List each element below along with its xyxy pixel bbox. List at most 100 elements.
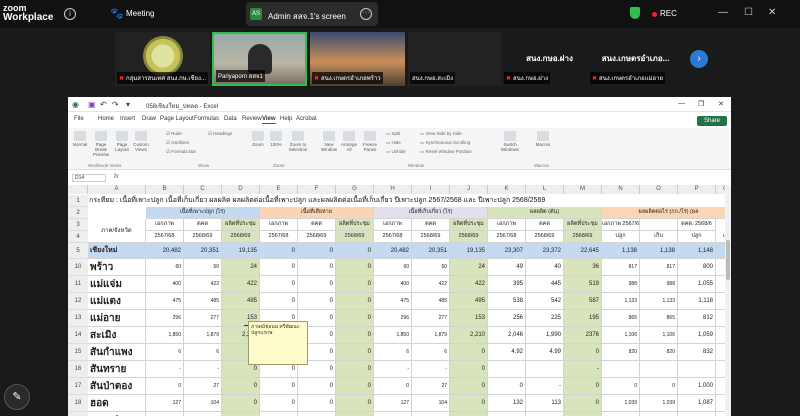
- data-cell[interactable]: -: [184, 361, 222, 378]
- data-cell[interactable]: 1,850: [374, 327, 412, 344]
- column-header[interactable]: C: [184, 185, 222, 194]
- participant-tile-active[interactable]: Pariyaporn สสจ1: [212, 32, 307, 86]
- data-cell[interactable]: 0: [488, 378, 526, 395]
- row-header[interactable]: 13: [68, 310, 88, 327]
- data-cell[interactable]: 22,645: [564, 243, 602, 259]
- data-cell[interactable]: 1,879: [184, 327, 222, 344]
- data-cell[interactable]: 0: [336, 344, 374, 361]
- data-cell[interactable]: 0: [222, 378, 260, 395]
- zoom-100-button[interactable]: 100%: [268, 131, 284, 147]
- row-header[interactable]: 3: [68, 219, 88, 231]
- data-cell[interactable]: 0: [336, 327, 374, 344]
- data-cell[interactable]: 1,055: [678, 276, 716, 293]
- page-layout-button[interactable]: Page Layout: [114, 131, 130, 152]
- row-header[interactable]: 2: [68, 207, 88, 219]
- unhide-option[interactable]: ▭ Unhide: [386, 149, 406, 155]
- select-all-corner[interactable]: [68, 185, 88, 194]
- maximize-icon[interactable]: ☐: [744, 8, 753, 18]
- data-cell[interactable]: [526, 361, 564, 378]
- fx-icon[interactable]: fx: [114, 174, 119, 180]
- participant-tile[interactable]: สนง.กษอ.สะเมิง: [408, 32, 503, 86]
- data-cell[interactable]: 538: [488, 293, 526, 310]
- data-cell[interactable]: [222, 412, 260, 416]
- data-cell[interactable]: 50: [412, 259, 450, 276]
- data-cell[interactable]: [336, 412, 374, 416]
- data-cell[interactable]: 225: [526, 310, 564, 327]
- data-cell[interactable]: 4.92: [488, 344, 526, 361]
- data-cell[interactable]: 1,148: [678, 243, 716, 259]
- hide-option[interactable]: ▭ Hide: [386, 140, 401, 146]
- data-cell[interactable]: 23,372: [526, 243, 564, 259]
- data-cell[interactable]: 1,000: [678, 378, 716, 395]
- data-cell[interactable]: 0: [336, 243, 374, 259]
- data-cell[interactable]: [640, 412, 678, 416]
- data-cell[interactable]: 6: [146, 344, 184, 361]
- data-cell[interactable]: 23,307: [488, 243, 526, 259]
- screen-share-indicator[interactable]: AS Admin สสจ.1's screen ···: [246, 2, 378, 26]
- custom-views-button[interactable]: Custom Views: [132, 131, 150, 152]
- column-header[interactable]: I: [412, 185, 450, 194]
- data-cell[interactable]: 104: [184, 395, 222, 412]
- tab-data[interactable]: Data: [224, 116, 237, 122]
- data-cell[interactable]: 127: [146, 395, 184, 412]
- data-cell[interactable]: 0: [450, 395, 488, 412]
- data-cell[interactable]: 0: [640, 378, 678, 395]
- data-cell[interactable]: 113: [526, 395, 564, 412]
- annotate-pen-icon[interactable]: ✎: [4, 384, 30, 410]
- data-cell[interactable]: 495: [222, 293, 260, 310]
- data-cell[interactable]: 485: [184, 293, 222, 310]
- district-name-cell[interactable]: สันกำแพง: [88, 344, 146, 361]
- close-icon[interactable]: ✕: [768, 8, 776, 18]
- district-name-cell[interactable]: ดอยเต่า: [88, 412, 146, 416]
- column-header[interactable]: G: [336, 185, 374, 194]
- spreadsheet-grid[interactable]: ABCDEFGHIJKLMNOPQ1234กระทียม : เนื้อที่เ…: [68, 185, 731, 416]
- data-cell[interactable]: 422: [450, 276, 488, 293]
- zoom-button[interactable]: Zoom: [250, 131, 266, 147]
- column-header[interactable]: J: [450, 185, 488, 194]
- data-cell[interactable]: 395: [488, 276, 526, 293]
- data-cell[interactable]: 0: [260, 378, 298, 395]
- formula-bar-checkbox[interactable]: ☑ Formula Bar: [166, 149, 196, 155]
- data-cell[interactable]: 519: [564, 276, 602, 293]
- data-cell[interactable]: 50: [184, 259, 222, 276]
- data-cell[interactable]: 2376: [564, 327, 602, 344]
- data-cell[interactable]: [678, 412, 716, 416]
- row-header[interactable]: 15: [68, 344, 88, 361]
- data-cell[interactable]: 0: [374, 378, 412, 395]
- data-cell[interactable]: 2,046: [488, 327, 526, 344]
- data-cell[interactable]: 0: [602, 378, 640, 395]
- data-cell[interactable]: 0: [336, 361, 374, 378]
- column-header[interactable]: O: [640, 185, 678, 194]
- gridlines-checkbox[interactable]: ☑ Gridlines: [166, 140, 189, 146]
- tab-home[interactable]: Home: [98, 116, 114, 122]
- column-header[interactable]: D: [222, 185, 260, 194]
- data-cell[interactable]: 0: [146, 378, 184, 395]
- data-cell[interactable]: 6: [374, 344, 412, 361]
- data-cell[interactable]: 6: [184, 344, 222, 361]
- data-cell[interactable]: [374, 412, 412, 416]
- district-name-cell[interactable]: สะเมิง: [88, 327, 146, 344]
- row-header[interactable]: 4: [68, 231, 88, 243]
- column-header[interactable]: M: [564, 185, 602, 194]
- column-header[interactable]: H: [374, 185, 412, 194]
- data-cell[interactable]: 817: [602, 259, 640, 276]
- split-option[interactable]: ▭ Split: [386, 131, 400, 137]
- data-cell[interactable]: 2,210: [450, 327, 488, 344]
- ruler-checkbox[interactable]: ☑ Ruler: [166, 131, 182, 137]
- data-cell[interactable]: [488, 412, 526, 416]
- data-cell[interactable]: 445: [526, 276, 564, 293]
- data-cell[interactable]: 1,850: [146, 327, 184, 344]
- freeze-panes-button[interactable]: Freeze Panes: [360, 131, 380, 152]
- column-header[interactable]: A: [88, 185, 146, 194]
- participant-tile[interactable]: ✖ กลุ่มสารสนเทศ สนง.กษ.เชียง...: [115, 32, 210, 86]
- data-cell[interactable]: 0: [260, 276, 298, 293]
- info-icon[interactable]: i: [64, 8, 76, 20]
- data-cell[interactable]: 0: [336, 310, 374, 327]
- tab-review[interactable]: Review: [242, 116, 262, 122]
- district-name-cell[interactable]: แม่แตง: [88, 293, 146, 310]
- tab-acrobat[interactable]: Acrobat: [296, 116, 317, 122]
- data-cell[interactable]: [298, 412, 336, 416]
- data-cell[interactable]: [564, 412, 602, 416]
- data-cell[interactable]: 1,039: [640, 395, 678, 412]
- tab-view[interactable]: View: [262, 116, 276, 124]
